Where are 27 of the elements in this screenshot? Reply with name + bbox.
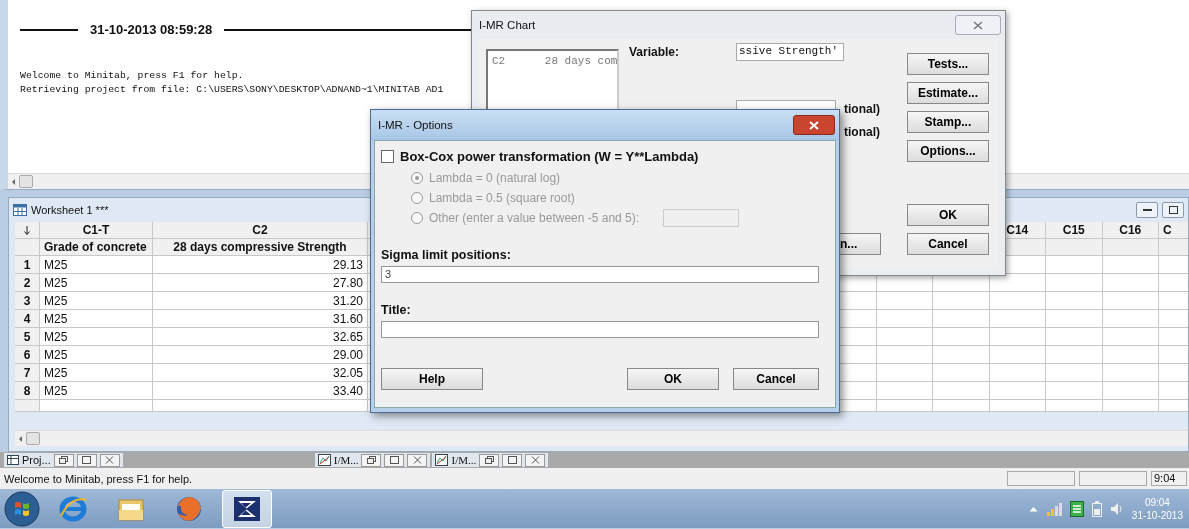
field-label: Title: (381, 303, 412, 317)
radio-label: Other (enter a value between -5 and 5): (429, 210, 640, 225)
row-number: 7 (15, 364, 40, 382)
row-number: 5 (15, 328, 40, 346)
field-label: tional) (844, 102, 880, 116)
field-label: Variable: (629, 45, 681, 59)
row-number: 2 (15, 274, 40, 292)
field-label: tional) (844, 125, 880, 139)
dialog-title: I-MR - Options (378, 119, 453, 131)
dialog-title: I-MR Chart (479, 19, 536, 31)
row-number: 3 (15, 292, 40, 310)
field-label: Sigma limit positions: (381, 248, 512, 262)
radio-label: Lambda = 0.5 (square root) (429, 190, 575, 205)
status-message: Welcome to Minitab, press F1 for help. (4, 472, 193, 485)
status-time: 9:04 (1151, 471, 1187, 486)
session-timestamp: 31-10-2013 08:59:28 (90, 22, 213, 37)
row-number: 4 (15, 310, 40, 328)
clock-date: 31-10-2013 (1131, 508, 1183, 522)
row-number: 1 (15, 256, 40, 274)
row-number: 8 (15, 382, 40, 400)
checkbox-label: Box-Cox power transformation (W = Y**Lambda) (400, 149, 699, 164)
session-line: Retrieving project from file: C:\USERS\SONY\DESKTOP\ADNAND~1\MINITAB AD1 (20, 83, 444, 97)
session-line: Welcome to Minitab, press F1 for help. (20, 69, 244, 83)
clock-time: 09:04 (1144, 495, 1170, 509)
worksheet-title: Worksheet 1 *** (31, 204, 109, 216)
radio-label: Lambda = 0 (natural log) (429, 170, 561, 185)
row-number: 6 (15, 346, 40, 364)
